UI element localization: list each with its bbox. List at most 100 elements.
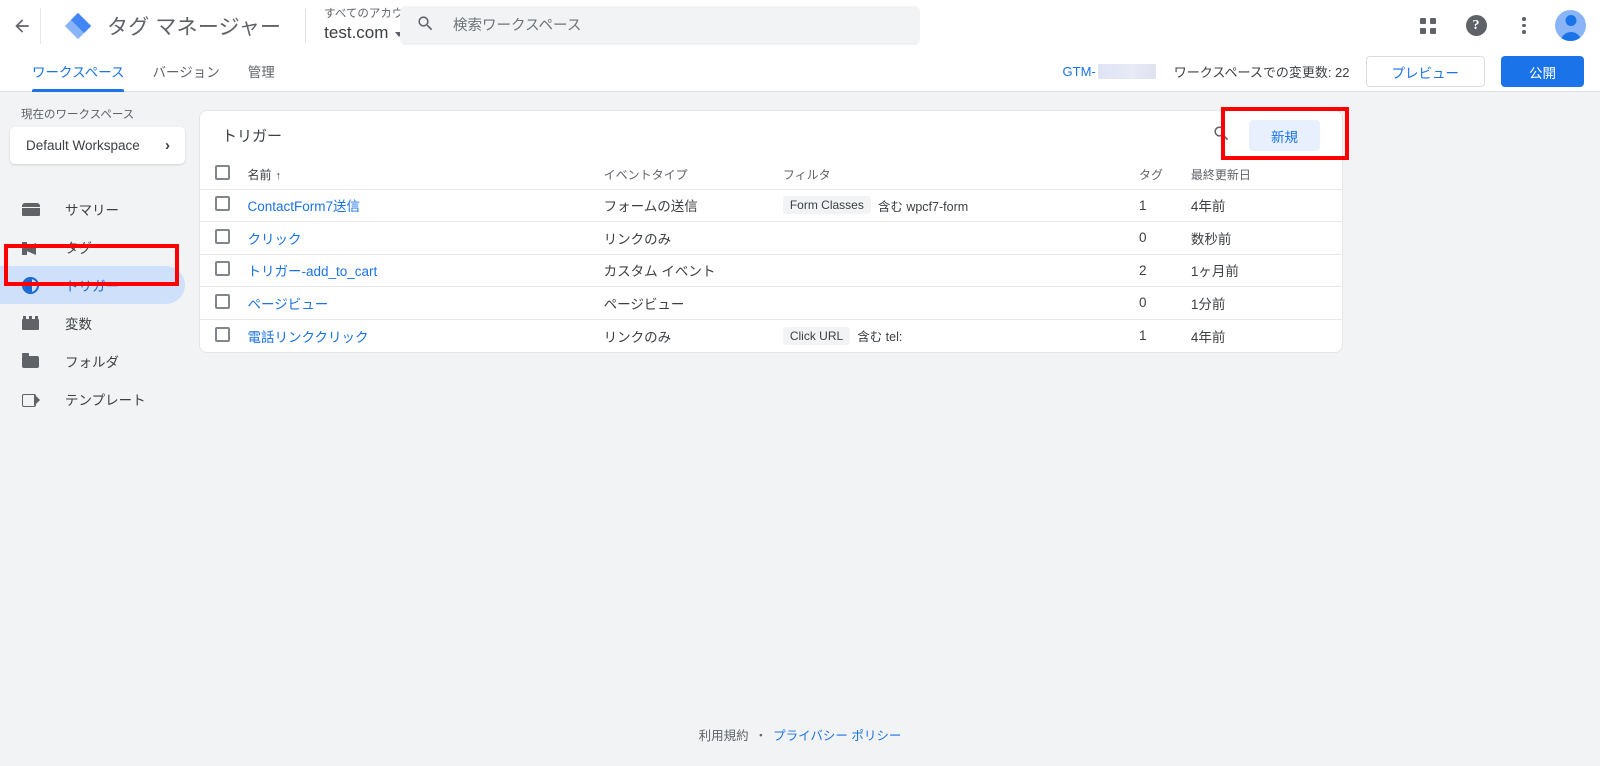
tab-admin[interactable]: 管理	[234, 61, 289, 92]
apps-grid-icon[interactable]	[1411, 9, 1445, 43]
table-row[interactable]: ContactForm7送信 フォームの送信 Form Classes 含む wp…	[200, 188, 1342, 222]
folder-icon	[22, 352, 41, 371]
context-divider	[305, 8, 307, 43]
cell-filter	[782, 286, 1140, 319]
sidebar-item-folders[interactable]: フォルダ	[0, 342, 185, 380]
sidebar-item-summary[interactable]: サマリー	[0, 190, 185, 228]
row-checkbox[interactable]	[215, 196, 230, 212]
table-header: 名前 ↑ イベントタイプ フィルタ タグ 最終更新日	[200, 160, 1342, 189]
variable-icon	[22, 314, 41, 333]
help-circle-icon[interactable]: ?	[1459, 9, 1493, 43]
trigger-link[interactable]: ページビュー	[247, 297, 328, 312]
cell-tags-count: 0	[1139, 221, 1191, 254]
sidebar-item-variables[interactable]: 変数	[0, 304, 185, 342]
row-checkbox-cell	[200, 318, 248, 352]
trigger-link[interactable]: ContactForm7送信	[247, 199, 360, 214]
avatar[interactable]	[1555, 10, 1586, 41]
triggers-table: 名前 ↑ イベントタイプ フィルタ タグ 最終更新日 ContactForm7送信…	[200, 160, 1342, 352]
summary-icon	[22, 200, 41, 219]
select-all-cell	[200, 160, 247, 189]
workspace-name: Default Workspace	[26, 138, 140, 153]
cell-filter: Click URL 含む tel:	[782, 318, 1140, 352]
card-header: トリガー 新規	[200, 111, 1342, 160]
brand-block[interactable]: タグ マネージャー	[41, 11, 281, 41]
gtm-id-prefix: GTM-	[1062, 64, 1096, 79]
cell-event-type: ページビュー	[603, 286, 783, 319]
table-header-row: 名前 ↑ イベントタイプ フィルタ タグ 最終更新日	[200, 160, 1342, 189]
cell-name: 電話リンククリック	[247, 318, 604, 352]
sort-ascending-icon: ↑	[275, 169, 282, 182]
tag-icon	[22, 238, 41, 257]
filter-chip: Click URL	[782, 326, 851, 345]
cell-last-updated: 1ヶ月前	[1190, 253, 1342, 287]
column-label: 名前	[247, 167, 272, 182]
sidebar-item-label: サマリー	[65, 203, 119, 218]
sidebar-item-tags[interactable]: タグ	[0, 228, 185, 266]
table-row[interactable]: 電話リンククリック リンクのみ Click URL 含む tel: 1 4年前	[200, 318, 1342, 352]
row-checkbox[interactable]	[215, 228, 230, 244]
workspace-tabbar: ワークスペース バージョン 管理 GTM- ワークスペースでの変更数: 22 プ…	[0, 51, 1600, 92]
sidebar-item-triggers[interactable]: トリガー	[0, 266, 185, 304]
search-input[interactable]	[451, 16, 904, 35]
publish-button[interactable]: 公開	[1501, 56, 1584, 87]
page-title: トリガー	[222, 128, 283, 145]
sidebar: 現在のワークスペース Default Workspace › サマリー タグ ト…	[0, 92, 199, 766]
table-row[interactable]: クリック リンクのみ 0 数秒前	[200, 221, 1342, 254]
cell-tags-count: 1	[1139, 188, 1191, 222]
cell-tags-count: 0	[1139, 286, 1191, 319]
row-checkbox[interactable]	[215, 326, 230, 342]
sidebar-nav: サマリー タグ トリガー 変数 フォルダ テンプレート	[0, 190, 199, 418]
sidebar-item-label: テンプレート	[65, 393, 146, 408]
column-header-tags: タグ	[1139, 167, 1164, 182]
cell-filter: Form Classes 含む wpcf7-form	[782, 188, 1140, 222]
table-row[interactable]: トリガー-add_to_cart カスタム イベント 2 1ヶ月前	[200, 253, 1342, 287]
sidebar-item-label: トリガー	[65, 279, 119, 294]
footer-separator: ・	[754, 729, 768, 743]
gtm-id-redacted-block	[1097, 64, 1156, 79]
workspace-changes-count: ワークスペースでの変更数: 22	[1173, 65, 1350, 80]
product-title: タグ マネージャー	[107, 15, 282, 39]
cell-event-type: リンクのみ	[603, 318, 783, 352]
sidebar-item-label: 変数	[65, 317, 92, 332]
tab-versions[interactable]: バージョン	[138, 61, 233, 92]
privacy-policy-link[interactable]: プライバシー ポリシー	[773, 729, 901, 743]
sidebar-item-templates[interactable]: テンプレート	[0, 380, 185, 418]
tab-workspace[interactable]: ワークスペース	[18, 61, 138, 92]
footer: 利用規約・プライバシー ポリシー	[0, 725, 1600, 744]
cell-filter	[782, 253, 1140, 287]
filter-condition: 含む wpcf7-form	[877, 199, 969, 214]
gtm-container-id[interactable]: GTM-	[1063, 64, 1158, 79]
row-checkbox[interactable]	[215, 261, 230, 277]
triggers-card: トリガー 新規 名前 ↑ イベントタイプ フィルタ タグ 最終更新日 Conta…	[199, 110, 1343, 353]
back-arrow-icon[interactable]	[10, 14, 34, 38]
new-trigger-button[interactable]: 新規	[1249, 120, 1320, 151]
workspace-search-box[interactable]	[400, 6, 920, 45]
cell-last-updated: 4年前	[1190, 318, 1342, 352]
row-checkbox-cell	[200, 253, 248, 287]
tabbar-actions: GTM- ワークスペースでの変更数: 22 プレビュー 公開	[1063, 51, 1584, 92]
cell-name: ContactForm7送信	[247, 188, 604, 222]
terms-link[interactable]: 利用規約	[699, 729, 749, 743]
cell-last-updated: 数秒前	[1190, 221, 1342, 254]
cell-tags-count: 1	[1139, 318, 1191, 352]
trigger-link[interactable]: クリック	[247, 232, 301, 247]
kebab-menu-icon[interactable]	[1507, 9, 1541, 43]
cell-event-type: リンクのみ	[603, 221, 783, 254]
gtm-diamond-logo-icon	[63, 11, 93, 41]
table-row[interactable]: ページビュー ページビュー 0 1分前	[200, 286, 1342, 319]
workspace-selector[interactable]: Default Workspace ›	[10, 127, 185, 164]
chevron-right-icon: ›	[165, 137, 170, 154]
preview-button[interactable]: プレビュー	[1365, 56, 1485, 87]
trigger-link[interactable]: トリガー-add_to_cart	[247, 264, 377, 279]
row-checkbox[interactable]	[215, 293, 230, 309]
search-icon[interactable]	[1212, 124, 1231, 148]
cell-filter	[782, 221, 1140, 254]
trigger-link[interactable]: 電話リンククリック	[247, 330, 368, 345]
filter-chip: Form Classes	[782, 196, 871, 215]
search-icon	[416, 14, 435, 38]
column-header-name[interactable]: 名前 ↑	[247, 160, 603, 189]
cell-event-type: カスタム イベント	[603, 253, 783, 287]
trigger-icon	[22, 276, 41, 295]
row-checkbox-cell	[200, 221, 248, 254]
select-all-checkbox[interactable]	[215, 165, 230, 181]
